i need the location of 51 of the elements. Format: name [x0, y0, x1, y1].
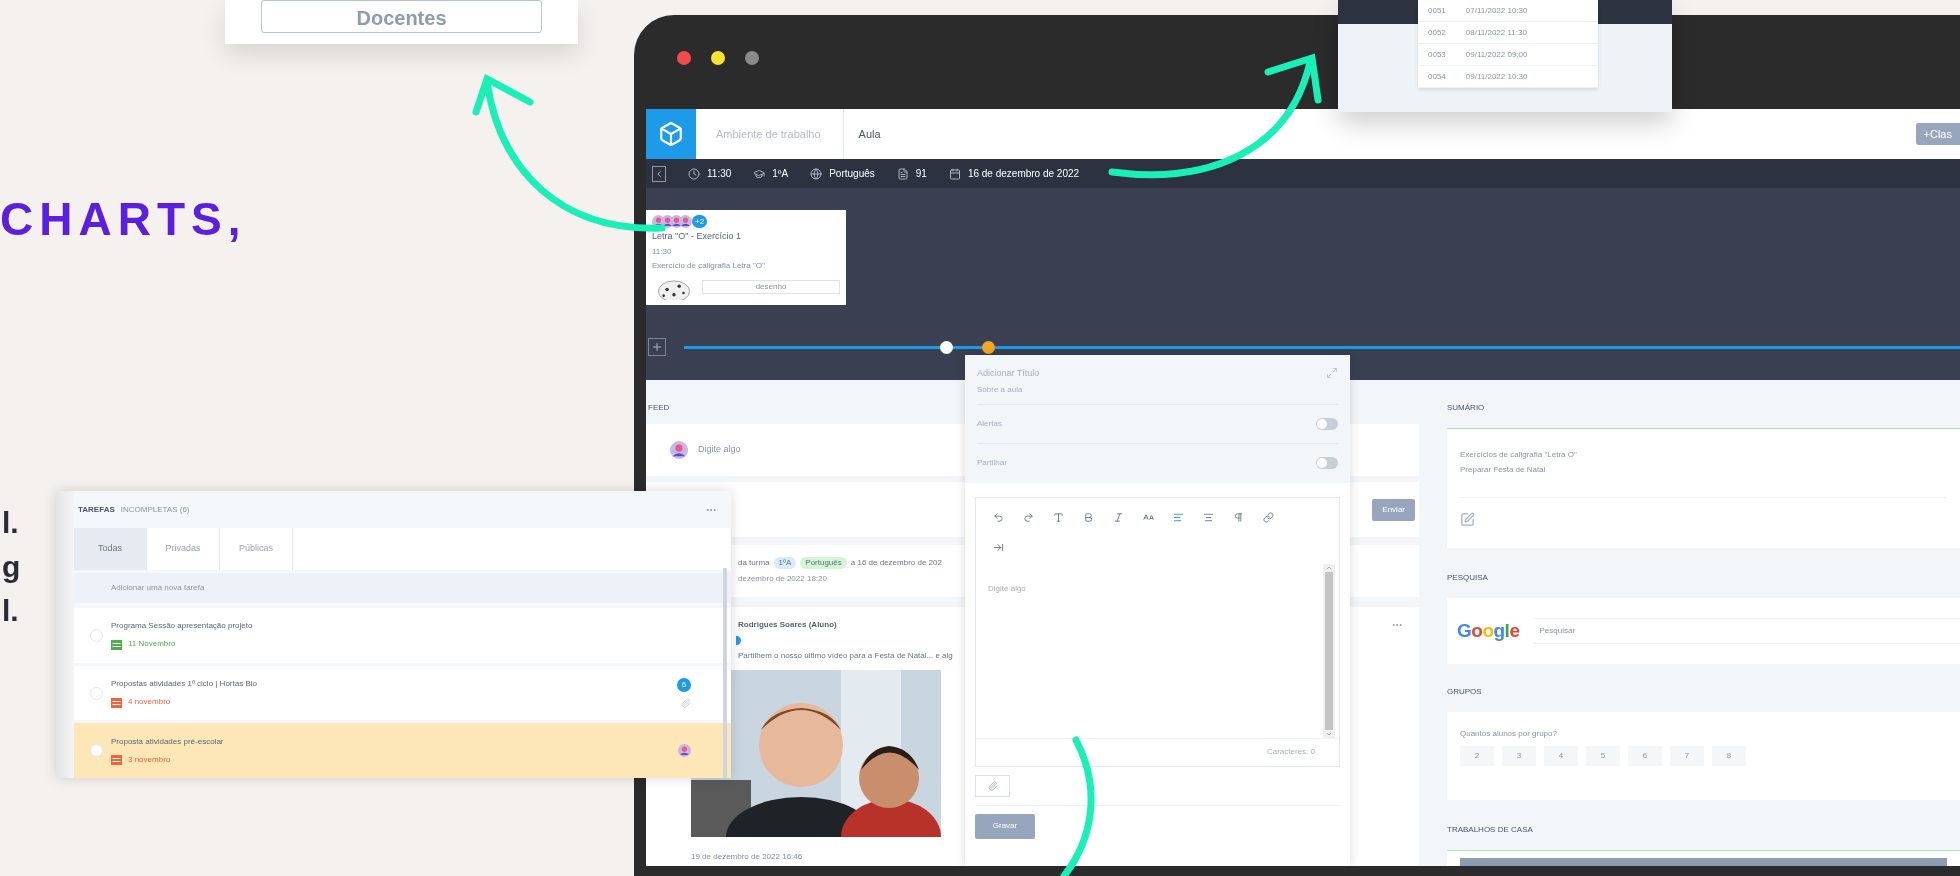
toggle-label: Partilhar: [977, 457, 1007, 469]
section-label: PESQUISA: [1447, 572, 1488, 584]
panel-title: TAREFAS: [78, 503, 115, 516]
session-date: 09/11/2022 10:30: [1465, 70, 1528, 83]
task-title: Programa Sessão apresentação projeto: [111, 620, 253, 633]
section-label: TRABALHOS DE CASA: [1447, 824, 1533, 836]
notice-text: da turma: [738, 557, 770, 569]
tag: Português: [800, 557, 847, 569]
text-fragment: g: [2, 549, 21, 585]
notice-date: dezembro de 2022 18:20: [738, 573, 827, 585]
post-text: Partilhem o nosso último vídeo para a Festa de Natal... e alg: [738, 650, 953, 662]
subtitle: Sobre a aula: [977, 383, 1023, 396]
section-label: SUMÁRIO: [1447, 402, 1485, 414]
task-due-date: 11 Novembro: [128, 638, 176, 651]
notice-text: a 16 de dezembro de 202: [850, 557, 942, 569]
section-label: FEED: [648, 402, 671, 414]
task-due-date: 3 novembro: [128, 753, 171, 766]
toggle-label: Alertas: [977, 417, 1002, 430]
headline: CHARTS,: [0, 196, 247, 242]
lesson-description: Exercício de caligrafia Letra "O": [652, 259, 766, 272]
lesson-info: Português: [829, 167, 875, 181]
lesson-info: 11:30: [707, 167, 732, 181]
task-title: Proposta atividades pré-escolar: [111, 735, 224, 748]
task-title: Propostas atividades 1º ciclo | Hortas Bio: [111, 678, 257, 690]
post-author: Rodrigues Soares (Aluno): [738, 619, 837, 631]
text-fragment: l.: [2, 593, 19, 629]
session-date: 07/11/2022 10:30: [1465, 4, 1528, 17]
summary-line: Preparar Festa de Natal: [1460, 464, 1546, 476]
google-logo: Google: [1457, 618, 1520, 643]
session-date: 08/11/2022 11:30: [1465, 26, 1527, 39]
task-due-date: 4 novembro: [128, 696, 171, 708]
lesson-time: 11:30: [652, 245, 673, 258]
lesson-info: 16 de dezembro de 2022: [967, 167, 1080, 181]
summary-line: Exercícios de caligrafia "Letra O": [1460, 449, 1577, 461]
session-date: 09/11/2022 09:00: [1465, 48, 1528, 61]
tag: 1ºA: [773, 557, 797, 569]
lesson-info: 91: [915, 167, 927, 181]
text-fragment: l.: [2, 505, 19, 541]
character-counter: Caracteres: 0: [1266, 746, 1315, 758]
post-date: 19 de dezembro de 2022 16:46: [691, 851, 803, 863]
count-badge: 6: [677, 678, 691, 692]
groups-question: Quantos alunos por grupo?: [1460, 728, 1557, 740]
section-label: GRUPOS: [1447, 686, 1482, 698]
session-id: 0052: [1428, 26, 1446, 39]
lesson-title: Letra "O" - Exercício 1: [652, 230, 742, 243]
panel-subtitle: INCOMPLETAS (6): [120, 503, 190, 516]
lesson-info: 1ºA: [772, 167, 789, 181]
count-badge: +2: [692, 215, 708, 228]
session-id: 0054: [1428, 70, 1446, 83]
session-id: 0051: [1428, 4, 1446, 17]
session-id: 0053: [1428, 48, 1446, 61]
